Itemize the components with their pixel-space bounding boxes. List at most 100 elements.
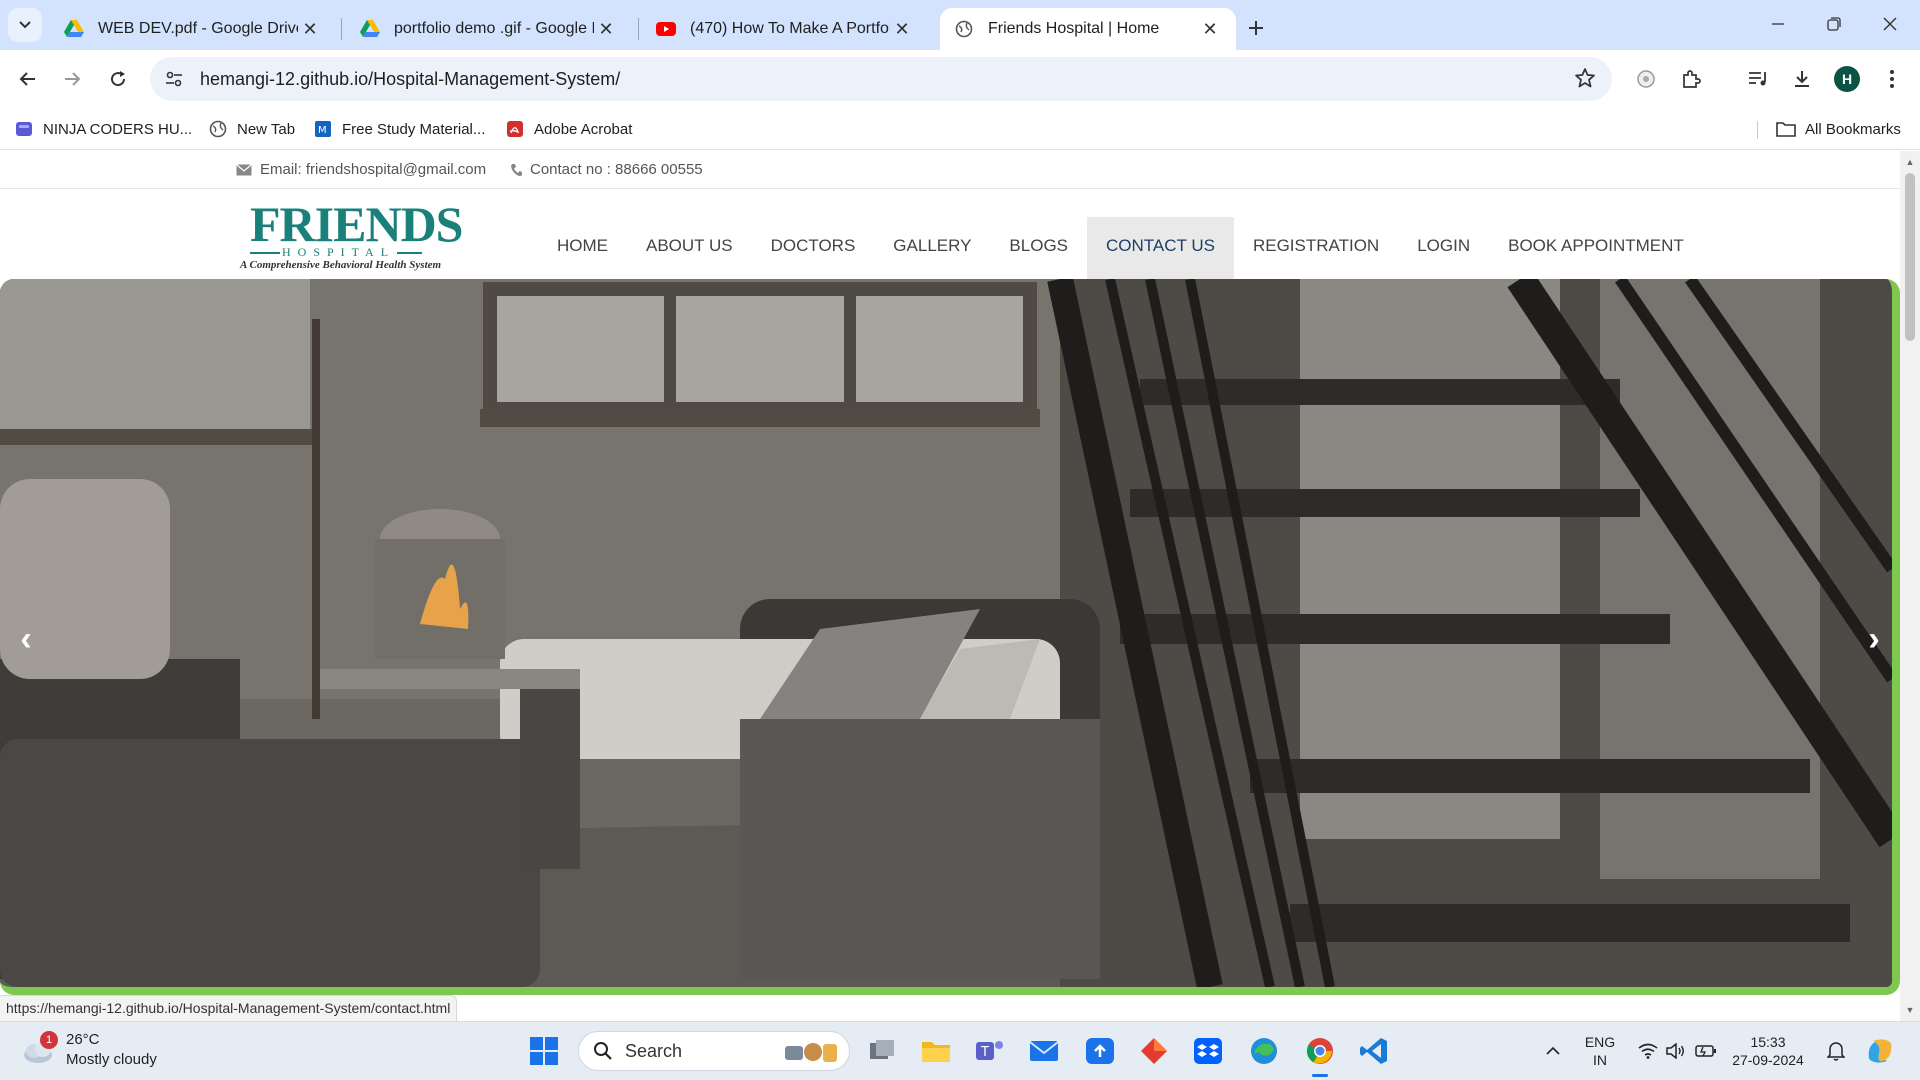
mail-button[interactable] — [1026, 1033, 1062, 1069]
all-bookmarks-label: All Bookmarks — [1805, 120, 1901, 138]
page-scrollbar[interactable]: ▲ ▼ — [1900, 151, 1920, 1021]
chevron-up-icon — [1546, 1046, 1560, 1055]
dropbox-button[interactable] — [1190, 1033, 1226, 1069]
carousel-prev-arrow[interactable]: ‹ — [6, 619, 46, 659]
cloud-upload-app-button[interactable] — [1082, 1033, 1118, 1069]
extension-icon[interactable] — [1628, 61, 1664, 97]
clock[interactable]: 15:33 27-09-2024 — [1726, 1022, 1810, 1080]
task-view-button[interactable] — [864, 1033, 900, 1069]
bookmark-star-icon[interactable] — [1574, 67, 1596, 94]
browser-tab-active[interactable]: Friends Hospital | Home ✕ — [940, 8, 1236, 50]
diamond-app-icon — [1141, 1038, 1167, 1064]
new-tab-button[interactable] — [1240, 12, 1272, 44]
copilot-button[interactable] — [1862, 1022, 1898, 1080]
extensions-puzzle-icon[interactable] — [1673, 61, 1709, 97]
vscode-icon — [1360, 1038, 1387, 1064]
wifi-status[interactable] — [1634, 1022, 1662, 1080]
speaker-icon — [1666, 1043, 1684, 1059]
more-menu-icon[interactable] — [1874, 61, 1910, 97]
nav-home[interactable]: HOME — [538, 217, 627, 279]
bookmark-item[interactable]: New Tab — [208, 116, 295, 142]
reload-button[interactable] — [100, 61, 136, 97]
bookmark-label: NINJA CODERS HU... — [43, 120, 193, 138]
chevron-down-icon — [19, 21, 31, 29]
search-icon — [594, 1042, 612, 1060]
chrome-button[interactable] — [1302, 1033, 1338, 1077]
bookmark-item[interactable]: NINJA CODERS HU... — [14, 116, 192, 142]
forward-button[interactable] — [54, 61, 90, 97]
show-hidden-icons-button[interactable] — [1538, 1022, 1568, 1080]
notifications-button[interactable] — [1822, 1022, 1850, 1080]
clock-time: 15:33 — [1750, 1034, 1786, 1050]
teams-button[interactable]: T — [972, 1033, 1008, 1069]
file-explorer-button[interactable] — [918, 1033, 954, 1069]
arrow-left-icon — [19, 72, 35, 86]
tab-search-button[interactable] — [8, 8, 42, 42]
close-tab-icon[interactable]: ✕ — [594, 17, 618, 41]
dropbox-icon — [1194, 1038, 1222, 1064]
nav-registration[interactable]: REGISTRATION — [1234, 217, 1398, 279]
nav-doctors[interactable]: DOCTORS — [752, 217, 875, 279]
globe-icon — [208, 119, 228, 139]
all-bookmarks-button[interactable]: All Bookmarks — [1776, 116, 1901, 142]
close-tab-icon[interactable]: ✕ — [1198, 17, 1222, 41]
bookmarks-bar: NINJA CODERS HU... New Tab M Free Study … — [0, 108, 1920, 150]
media-controls-icon[interactable] — [1740, 61, 1776, 97]
cloud-icon: 1 — [22, 1031, 58, 1065]
downloads-icon[interactable] — [1784, 61, 1820, 97]
nav-contact-us[interactable]: CONTACT US — [1087, 217, 1234, 279]
friends-hospital-logo[interactable]: FRIENDS HOSPITAL A Comprehensive Behavio… — [238, 196, 463, 271]
vscode-button[interactable] — [1356, 1033, 1392, 1069]
site-contact-bar: Email: friendshospital@gmail.com Contact… — [0, 151, 1900, 189]
weather-widget[interactable]: 1 26°C Mostly cloudy — [22, 1030, 157, 1070]
region-code: IN — [1593, 1052, 1607, 1068]
browser-tab[interactable]: portfolio demo .gif - Google Dr ✕ — [346, 8, 632, 50]
svg-text:M: M — [318, 125, 327, 136]
battery-status[interactable] — [1692, 1022, 1720, 1080]
nav-about-us[interactable]: ABOUT US — [627, 217, 752, 279]
scroll-up-arrow-icon[interactable]: ▲ — [1900, 153, 1920, 171]
browser-tab[interactable]: WEB DEV.pdf - Google Drive ✕ — [50, 8, 336, 50]
back-button[interactable] — [10, 61, 46, 97]
page-viewport: Email: friendshospital@gmail.com Contact… — [0, 151, 1920, 1021]
copilot-icon — [1868, 1039, 1892, 1063]
language-code: ENG — [1584, 1034, 1616, 1050]
language-indicator[interactable]: ENG IN — [1572, 1022, 1628, 1080]
browser-tab[interactable]: (470) How To Make A Portfolio ✕ — [642, 8, 928, 50]
nav-gallery[interactable]: GALLERY — [874, 217, 990, 279]
close-tab-icon[interactable]: ✕ — [298, 17, 322, 41]
weather-description: Mostly cloudy — [66, 1051, 157, 1068]
scrollbar-thumb[interactable] — [1905, 173, 1915, 341]
volume-status[interactable] — [1662, 1022, 1690, 1080]
hero-slide-image — [0, 279, 1892, 987]
minimize-button[interactable] — [1750, 0, 1806, 48]
browser-toolbar: hemangi-12.github.io/Hospital-Management… — [0, 50, 1920, 108]
taskbar-search-box[interactable]: Search — [578, 1031, 850, 1071]
scroll-down-arrow-icon[interactable]: ▼ — [1900, 1001, 1920, 1019]
plus-icon — [1249, 21, 1263, 35]
carousel-next-arrow[interactable]: › — [1854, 619, 1892, 659]
close-tab-icon[interactable]: ✕ — [890, 17, 914, 41]
url-text[interactable]: hemangi-12.github.io/Hospital-Management… — [200, 69, 620, 90]
nav-login[interactable]: LOGIN — [1398, 217, 1489, 279]
bookmark-item[interactable]: Adobe Acrobat — [505, 116, 632, 142]
app-launcher-button[interactable] — [1136, 1033, 1172, 1069]
bookmark-item[interactable]: M Free Study Material... — [313, 116, 485, 142]
nav-book-appointment[interactable]: BOOK APPOINTMENT — [1489, 217, 1703, 279]
adobe-acrobat-icon — [505, 119, 525, 139]
folder-icon — [1776, 119, 1796, 139]
google-drive-icon — [64, 19, 84, 39]
profile-avatar[interactable]: H — [1834, 66, 1860, 92]
nav-blogs[interactable]: BLOGS — [990, 217, 1087, 279]
address-bar[interactable]: hemangi-12.github.io/Hospital-Management… — [150, 57, 1612, 101]
close-window-button[interactable] — [1862, 0, 1918, 48]
weather-temperature: 26°C — [66, 1031, 100, 1048]
google-drive-icon — [360, 19, 380, 39]
site-info-icon[interactable] — [162, 67, 186, 91]
windows-start-button[interactable] — [526, 1033, 562, 1069]
link-status-bubble: https://hemangi-12.github.io/Hospital-Ma… — [0, 995, 458, 1021]
restore-button[interactable] — [1806, 0, 1862, 48]
close-icon — [1883, 17, 1897, 31]
edge-button[interactable] — [1246, 1033, 1282, 1069]
clock-date: 27-09-2024 — [1732, 1052, 1804, 1068]
